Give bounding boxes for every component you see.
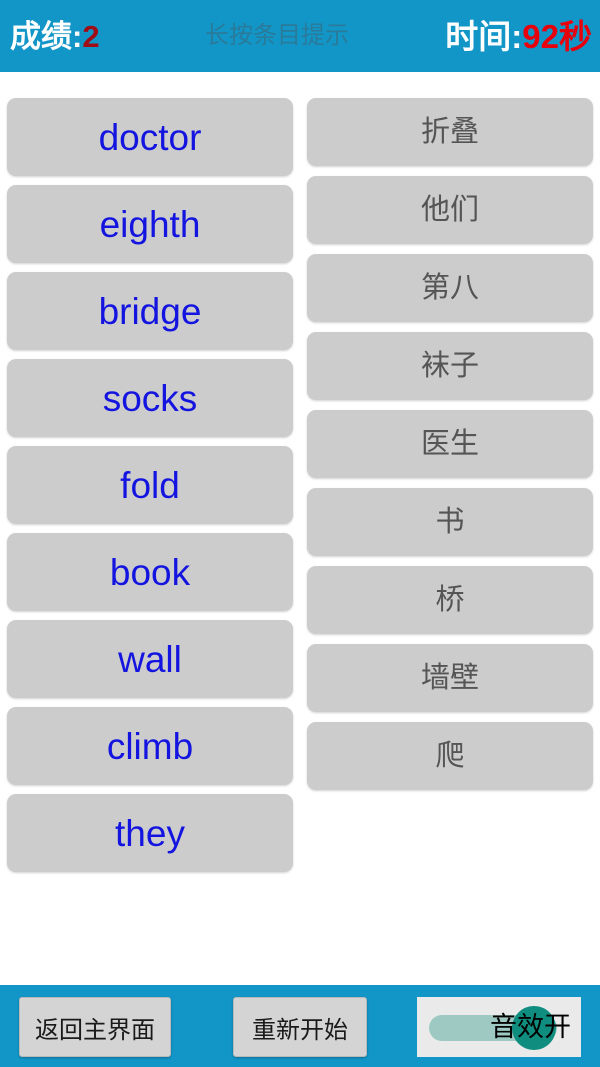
- time-label: 时间:: [445, 17, 523, 55]
- word-card-label: eighth: [99, 203, 201, 245]
- english-column: doctor eighth bridge socks fold book wal…: [7, 98, 293, 881]
- word-card-label: climb: [106, 725, 194, 767]
- word-card-chinese[interactable]: 折叠: [307, 98, 593, 166]
- matching-board: doctor eighth bridge socks fold book wal…: [0, 72, 600, 985]
- word-card-english[interactable]: socks: [7, 359, 293, 437]
- word-card-label: 桥: [435, 583, 465, 616]
- chinese-column: 折叠 他们 第八 袜子 医生 书 桥 墙壁 爬: [307, 98, 593, 800]
- word-card-label: 墙壁: [420, 661, 479, 694]
- word-card-chinese[interactable]: 爬: [307, 722, 593, 790]
- long-press-hint: 长按条目提示: [205, 22, 349, 49]
- word-card-chinese[interactable]: 他们: [307, 176, 593, 244]
- word-card-english[interactable]: fold: [7, 446, 293, 524]
- word-card-english[interactable]: doctor: [7, 98, 293, 176]
- word-card-label: 袜子: [420, 349, 479, 382]
- word-card-label: they: [115, 812, 185, 854]
- word-card-label: 折叠: [420, 115, 479, 148]
- word-card-english[interactable]: bridge: [7, 272, 293, 350]
- score-value: 2: [82, 18, 100, 54]
- word-card-chinese[interactable]: 袜子: [307, 332, 593, 400]
- restart-button[interactable]: 重新开始: [233, 997, 367, 1057]
- timer-display: 时间:92秒: [445, 20, 592, 53]
- word-card-english[interactable]: eighth: [7, 185, 293, 263]
- word-card-english[interactable]: climb: [7, 707, 293, 785]
- word-card-label: bridge: [98, 290, 202, 332]
- back-to-home-label: 返回主界面: [35, 1016, 155, 1044]
- score-display: 成绩:2: [10, 21, 100, 52]
- word-card-english[interactable]: wall: [7, 620, 293, 698]
- score-label: 成绩:: [10, 18, 83, 54]
- word-card-chinese[interactable]: 墙壁: [307, 644, 593, 712]
- time-value: 92秒: [522, 17, 592, 55]
- word-card-label: 第八: [420, 271, 479, 304]
- restart-label: 重新开始: [252, 1016, 348, 1044]
- word-card-label: socks: [102, 377, 198, 419]
- word-card-label: doctor: [98, 116, 202, 158]
- word-card-label: wall: [118, 638, 182, 680]
- word-card-label: book: [109, 551, 191, 593]
- sound-toggle-label: 音效开: [490, 1011, 571, 1042]
- word-card-chinese[interactable]: 第八: [307, 254, 593, 322]
- word-card-label: 爬: [435, 739, 465, 772]
- word-card-label: 他们: [420, 193, 479, 226]
- word-card-label: fold: [120, 464, 180, 506]
- word-card-label: 医生: [420, 427, 479, 460]
- word-card-chinese[interactable]: 医生: [307, 410, 593, 478]
- word-card-english[interactable]: book: [7, 533, 293, 611]
- word-card-label: 书: [435, 505, 465, 538]
- word-card-chinese[interactable]: 书: [307, 488, 593, 556]
- app-header: 成绩:2 长按条目提示 时间:92秒: [0, 0, 600, 72]
- sound-toggle-switch[interactable]: 音效开: [417, 997, 581, 1057]
- word-card-chinese[interactable]: 桥: [307, 566, 593, 634]
- word-card-english[interactable]: they: [7, 794, 293, 872]
- back-to-home-button[interactable]: 返回主界面: [19, 997, 171, 1057]
